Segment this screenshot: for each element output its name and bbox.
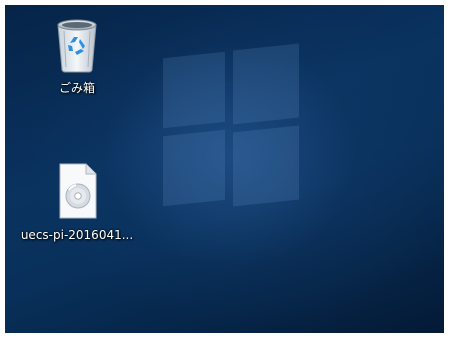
disc-image-file-icon [49, 162, 105, 220]
disc-image-file-shortcut[interactable]: uecs-pi-2016041... [5, 162, 152, 243]
recycle-bin-shortcut[interactable]: ごみ箱 [5, 15, 152, 96]
wallpaper-logo-shade [155, 43, 305, 215]
disc-image-file-label: uecs-pi-2016041... [20, 228, 134, 242]
recycle-bin-label: ごみ箱 [58, 81, 95, 95]
recycle-bin-icon [49, 15, 105, 73]
desktop[interactable]: ごみ箱 uecs-pi-2016041... [5, 5, 444, 333]
